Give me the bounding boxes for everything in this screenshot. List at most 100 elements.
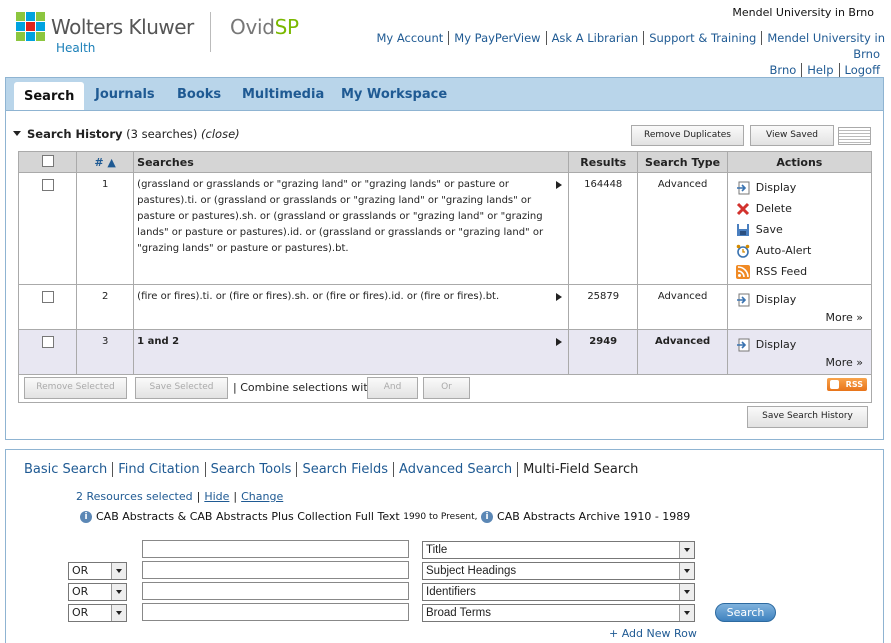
more-link[interactable]: More » bbox=[736, 310, 865, 326]
boolean-operator-select[interactable]: OR bbox=[68, 604, 127, 622]
row-select-cell bbox=[17, 172, 78, 285]
chevron-down-icon[interactable] bbox=[111, 584, 126, 600]
institution-link[interactable]: Mendel University in Brno bbox=[761, 31, 885, 61]
chevron-down-icon[interactable] bbox=[679, 584, 694, 600]
search-history-header[interactable]: Search History (3 searches) (close) bbox=[13, 127, 240, 141]
search-term-input[interactable] bbox=[142, 540, 409, 558]
row-checkbox[interactable] bbox=[41, 336, 54, 348]
tab-journals[interactable]: Journals bbox=[95, 87, 155, 102]
info-icon[interactable]: i bbox=[481, 510, 494, 523]
table-row: 1 (grassland or grasslands or "grazing l… bbox=[17, 172, 873, 285]
logoff-link[interactable]: Logoff bbox=[838, 63, 885, 77]
product-name-a: Ovid bbox=[230, 15, 275, 39]
results-count[interactable]: 164448 bbox=[567, 172, 639, 285]
save-search-history-button[interactable]: Save Search History bbox=[747, 406, 868, 428]
chevron-down-icon[interactable] bbox=[111, 563, 126, 579]
multi-field-search-link[interactable]: Multi-Field Search bbox=[517, 462, 644, 477]
display-action[interactable]: Display bbox=[736, 177, 865, 198]
expand-query-icon[interactable] bbox=[555, 293, 562, 301]
sort-by-number-header[interactable]: # ▲ bbox=[76, 151, 135, 173]
combine-and-button[interactable]: And bbox=[367, 377, 418, 399]
search-button[interactable]: Search bbox=[715, 603, 776, 622]
display-icon bbox=[736, 181, 750, 194]
close-history-link[interactable]: (close) bbox=[201, 127, 240, 141]
brand-name: Wolters Kluwer bbox=[51, 15, 194, 39]
institution-name: Mendel University in Brno bbox=[732, 6, 874, 19]
rss-button[interactable]: RSS bbox=[827, 378, 867, 391]
actions-cell: Display Delete Save Auto-Alert RSS Feed bbox=[726, 172, 873, 285]
save-action[interactable]: Save bbox=[736, 219, 865, 240]
basic-search-link[interactable]: Basic Search bbox=[24, 462, 112, 477]
view-saved-button[interactable]: View Saved bbox=[750, 125, 834, 146]
field-select[interactable]: Broad Terms bbox=[422, 604, 695, 622]
display-action[interactable]: Display bbox=[736, 289, 865, 310]
add-new-row-link[interactable]: + Add New Row bbox=[609, 627, 697, 640]
chevron-down-icon[interactable] bbox=[679, 542, 694, 558]
collapse-arrow-icon[interactable] bbox=[13, 131, 21, 136]
expand-query-icon[interactable] bbox=[555, 181, 562, 189]
info-icon[interactable]: i bbox=[80, 510, 92, 523]
advanced-search-link[interactable]: Advanced Search bbox=[393, 462, 518, 477]
search-fields-link[interactable]: Search Fields bbox=[296, 462, 394, 477]
tab-multimedia[interactable]: Multimedia bbox=[242, 87, 324, 102]
field-select[interactable]: Title bbox=[422, 541, 695, 559]
remove-duplicates-button[interactable]: Remove Duplicates bbox=[631, 125, 744, 146]
search-type: Advanced bbox=[637, 329, 728, 375]
save-label: Save bbox=[755, 222, 783, 236]
support-training-link[interactable]: Support & Training bbox=[643, 31, 762, 45]
results-count[interactable]: 25879 bbox=[567, 284, 639, 330]
hide-resources-link[interactable]: Hide bbox=[204, 490, 229, 503]
view-toggle-icon[interactable] bbox=[838, 127, 871, 145]
expand-query-icon[interactable] bbox=[555, 338, 562, 346]
select-all-checkbox[interactable] bbox=[41, 155, 54, 167]
my-account-link[interactable]: My Account bbox=[371, 31, 448, 45]
header: Wolters Kluwer Health OvidSP Mendel Univ… bbox=[0, 0, 891, 77]
institution-link-cont[interactable]: Brno bbox=[765, 63, 802, 77]
save-selected-button[interactable]: Save Selected bbox=[135, 377, 228, 399]
search-tools-link[interactable]: Search Tools bbox=[204, 462, 297, 477]
chevron-down-icon[interactable] bbox=[679, 605, 694, 621]
database-list: i CAB Abstracts & CAB Abstracts Plus Col… bbox=[80, 510, 690, 523]
rss-icon bbox=[735, 264, 750, 279]
resources-line: 2 Resources selected | Hide | Change bbox=[76, 490, 284, 503]
combine-or-button[interactable]: Or bbox=[423, 377, 470, 399]
ask-a-librarian-link[interactable]: Ask A Librarian bbox=[545, 31, 644, 45]
chevron-down-icon[interactable] bbox=[679, 563, 694, 579]
auto-alert-action[interactable]: Auto-Alert bbox=[736, 240, 865, 261]
boolean-operator-value: OR bbox=[72, 564, 89, 577]
delete-action[interactable]: Delete bbox=[736, 198, 865, 219]
tab-my-workspace[interactable]: My Workspace bbox=[341, 87, 447, 102]
search-term-input[interactable] bbox=[142, 582, 409, 600]
field-select-value: Broad Terms bbox=[426, 607, 491, 619]
help-link[interactable]: Help bbox=[801, 63, 839, 77]
auto-alert-label: Auto-Alert bbox=[755, 243, 812, 257]
my-payperview-link[interactable]: My PayPerView bbox=[448, 31, 546, 45]
display-action[interactable]: Display bbox=[736, 334, 865, 355]
chevron-down-icon[interactable] bbox=[111, 605, 126, 621]
boolean-operator-select[interactable]: OR bbox=[68, 583, 127, 601]
row-checkbox[interactable] bbox=[41, 179, 54, 191]
select-all-header bbox=[17, 151, 78, 173]
remove-selected-button[interactable]: Remove Selected bbox=[24, 377, 127, 399]
more-link[interactable]: More » bbox=[736, 355, 865, 371]
change-resources-link[interactable]: Change bbox=[241, 490, 283, 503]
field-select-value: Subject Headings bbox=[426, 565, 517, 577]
search-history-title: Search History bbox=[27, 127, 123, 141]
find-citation-link[interactable]: Find Citation bbox=[112, 462, 205, 477]
row-checkbox[interactable] bbox=[41, 291, 54, 303]
resources-selected: 2 Resources selected bbox=[76, 490, 193, 503]
tab-books[interactable]: Books bbox=[177, 87, 221, 102]
search-count: (3 searches) bbox=[126, 127, 198, 141]
field-select[interactable]: Subject Headings bbox=[422, 562, 695, 580]
search-term-input[interactable] bbox=[142, 603, 409, 621]
boolean-operator-select[interactable]: OR bbox=[68, 562, 127, 580]
results-count[interactable]: 2949 bbox=[567, 329, 639, 375]
row-number: 2 bbox=[76, 284, 135, 330]
field-select[interactable]: Identifiers bbox=[422, 583, 695, 601]
search-term-input[interactable] bbox=[142, 561, 409, 579]
rss-feed-action[interactable]: RSS Feed bbox=[735, 261, 865, 282]
tab-search[interactable]: Search bbox=[14, 82, 85, 113]
table-row: 2 (fire or fires).ti. or (fire or fires)… bbox=[17, 284, 873, 330]
row-select-cell bbox=[17, 329, 78, 375]
query-cell: (fire or fires).ti. or (fire or fires).s… bbox=[133, 284, 569, 330]
